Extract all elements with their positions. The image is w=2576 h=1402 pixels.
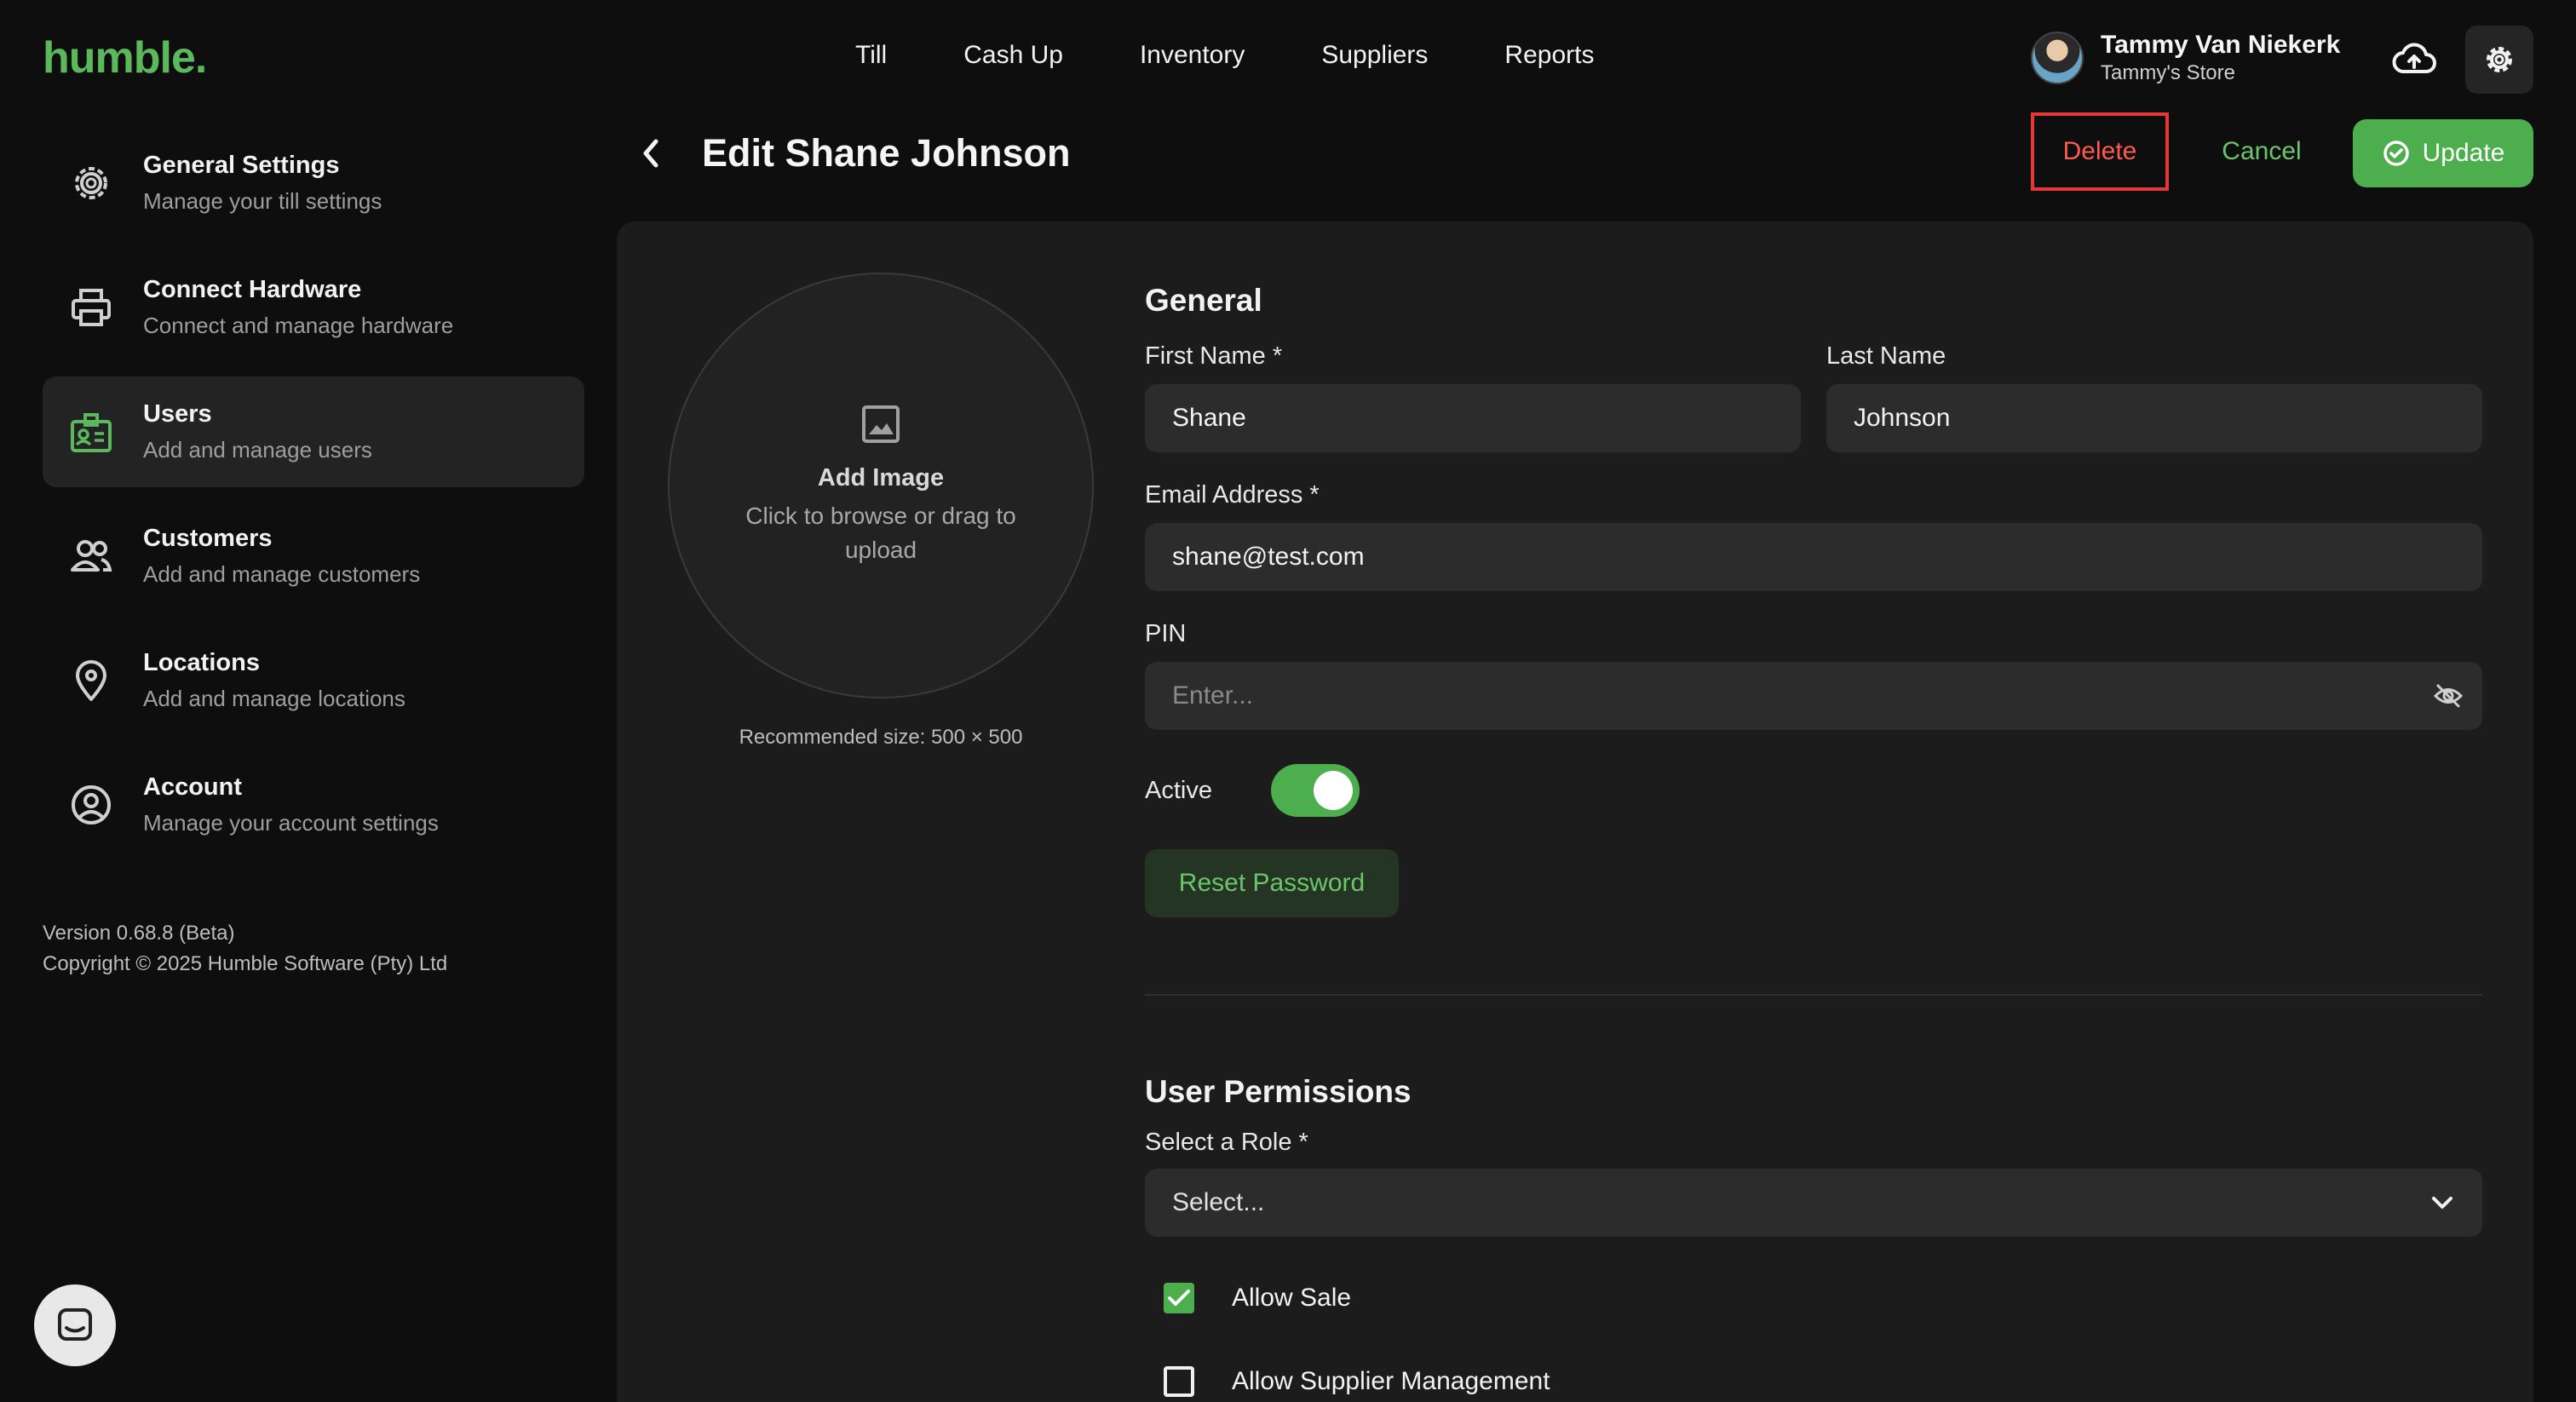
chevron-left-icon [643,139,658,168]
settings-sidebar: General Settings Manage your till settin… [43,128,584,874]
eye-off-icon[interactable] [2433,683,2464,709]
dropzone-title: Add Image [817,463,945,491]
sidebar-item-subtitle: Add and manage users [143,437,372,463]
location-pin-icon [68,658,114,704]
role-select-value: Select... [1172,1188,1265,1216]
image-icon [862,405,900,443]
nav-till[interactable]: Till [855,41,887,70]
chat-icon [58,1308,92,1341]
back-button[interactable] [634,133,668,174]
pin-field[interactable]: Enter... [1145,662,2482,730]
pin-placeholder: Enter... [1172,681,1254,710]
active-label: Active [1145,776,1212,804]
top-nav: Till Cash Up Inventory Suppliers Reports [855,41,1670,70]
sidebar-item-subtitle: Manage your account settings [143,810,439,836]
user-form: General First Name * Shane Last Name Joh… [1145,273,2482,1397]
check-icon [1168,1290,1190,1306]
sidebar-item-subtitle: Connect and manage hardware [143,313,454,338]
dropzone-subtitle: Click to browse or drag to upload [745,502,1016,563]
avatar [2031,32,2084,84]
nav-reports[interactable]: Reports [1504,41,1594,70]
first-name-field[interactable]: Shane [1145,384,1801,452]
last-name-label: Last Name [1826,342,1946,370]
sidebar-item-subtitle: Add and manage customers [143,561,421,587]
people-icon [68,533,114,579]
version-info: Version 0.68.8 (Beta) Copyright © 2025 H… [43,918,447,980]
email-field[interactable]: shane@test.com [1145,523,2482,591]
user-name: Tammy Van Niekerk [2101,31,2341,59]
copyright-text: Copyright © 2025 Humble Software (Pty) L… [43,952,448,975]
sidebar-item-title: Locations [143,649,260,676]
sidebar-item-subtitle: Manage your till settings [143,188,382,214]
edit-user-panel: Add Image Click to browse or drag to upl… [617,221,2533,1402]
cloud-upload-icon [2392,43,2436,73]
sidebar-item-general-settings[interactable]: General Settings Manage your till settin… [43,128,584,238]
id-badge-icon [68,409,114,455]
user-store: Tammy's Store [2101,61,2235,84]
role-select[interactable]: Select... [1145,1169,2482,1237]
recommended-size: Recommended size: 500 × 500 [739,726,1023,749]
gear-icon [2487,47,2512,72]
humble-logo[interactable]: humble. [43,32,207,83]
cloud-upload-button[interactable] [2387,34,2441,85]
first-name-label: First Name * [1145,342,1283,370]
sidebar-item-title: Account [143,773,242,801]
section-title-general: General [1145,283,1262,318]
sidebar-item-connect-hardware[interactable]: Connect Hardware Connect and manage hard… [43,252,584,363]
active-toggle[interactable] [1271,764,1360,817]
gear-icon [68,160,114,206]
settings-button[interactable] [2465,26,2533,94]
nav-cash-up[interactable]: Cash Up [963,41,1063,70]
sidebar-item-title: Customers [143,525,273,552]
update-button-label: Update [2422,139,2505,167]
support-chat-button[interactable] [34,1284,116,1366]
sidebar-item-title: Users [143,400,212,428]
check-circle-icon [2383,141,2409,166]
sidebar-item-subtitle: Add and manage locations [143,686,405,711]
allow-supplier-management-checkbox[interactable] [1164,1366,1194,1397]
chevron-down-icon [2432,1197,2452,1209]
role-label: Select a Role * [1145,1129,1308,1156]
permission-row: Allow Supplier Management [1145,1366,2482,1397]
pin-label: PIN [1145,620,1187,647]
section-divider [1145,994,2482,996]
page-title: Edit Shane Johnson [702,131,1071,175]
sidebar-item-locations[interactable]: Locations Add and manage locations [43,625,584,736]
sidebar-item-title: General Settings [143,152,340,179]
allow-sale-label: Allow Sale [1232,1284,1352,1312]
account-icon [68,782,114,828]
version-text: Version 0.68.8 (Beta) [43,922,235,945]
reset-password-button[interactable]: Reset Password [1145,849,1399,917]
sidebar-item-account[interactable]: Account Manage your account settings [43,750,584,860]
allow-supplier-management-label: Allow Supplier Management [1232,1367,1550,1395]
sidebar-item-customers[interactable]: Customers Add and manage customers [43,501,584,612]
nav-suppliers[interactable]: Suppliers [1321,41,1428,70]
last-name-field[interactable]: Johnson [1826,384,2482,452]
sidebar-item-users[interactable]: Users Add and manage users [43,376,584,487]
nav-inventory[interactable]: Inventory [1140,41,1245,70]
section-title-user-permissions: User Permissions [1145,1074,1412,1109]
update-button[interactable]: Update [2353,119,2533,187]
delete-button[interactable]: Delete [2031,112,2169,191]
email-label: Email Address * [1145,481,1320,509]
allow-sale-checkbox[interactable] [1164,1283,1194,1313]
sidebar-item-title: Connect Hardware [143,276,362,303]
image-dropzone[interactable]: Add Image Click to browse or drag to upl… [668,273,1094,698]
app-window: humble. Till Cash Up Inventory Suppliers… [0,0,2576,1402]
printer-icon [68,284,114,330]
permission-row: Allow Sale [1145,1283,2482,1313]
cancel-button[interactable]: Cancel [2198,114,2326,189]
user-profile[interactable]: Tammy Van Niekerk Tammy's Store [2031,31,2340,85]
user-text: Tammy Van Niekerk Tammy's Store [2101,31,2340,85]
